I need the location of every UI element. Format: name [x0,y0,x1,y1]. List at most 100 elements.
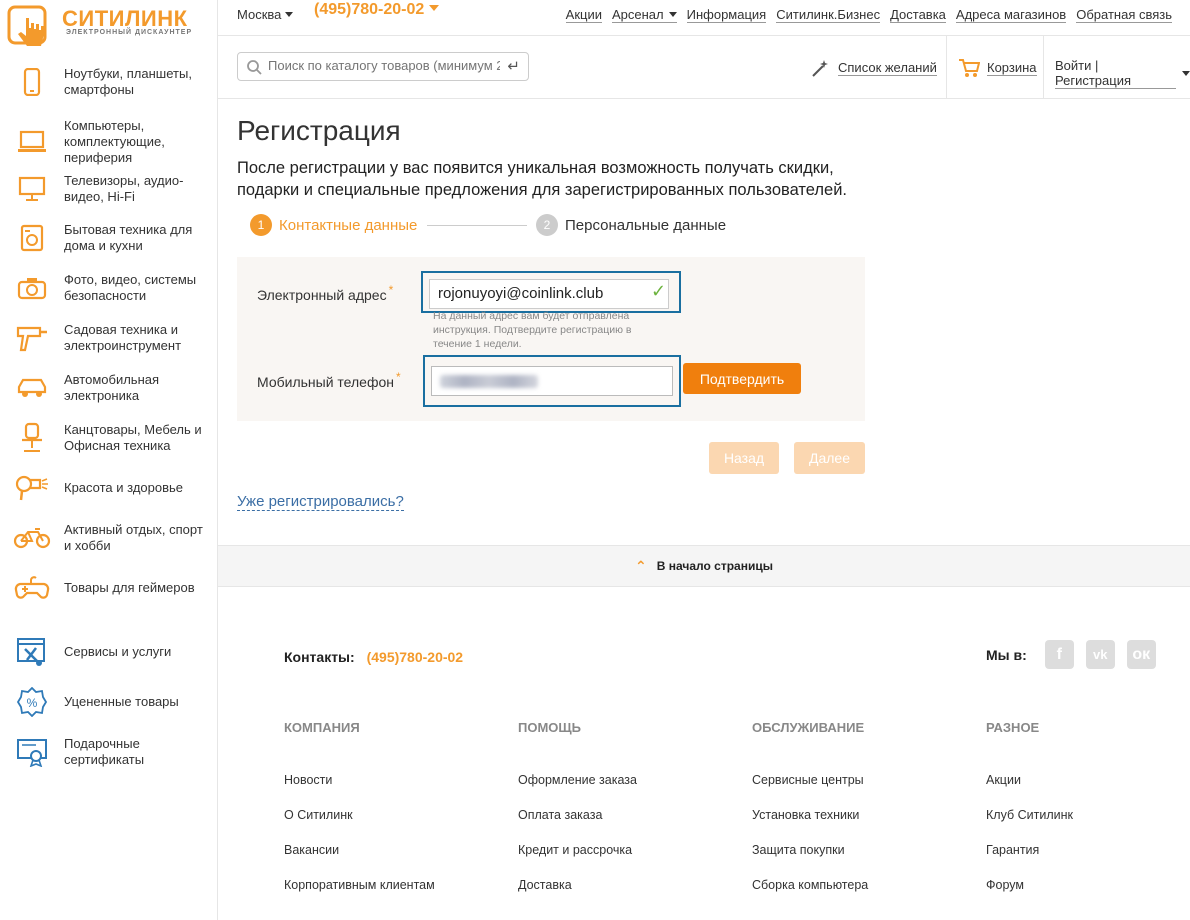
footer-link[interactable]: Установка техники [752,808,972,843]
header-phone[interactable]: (495)780-20-02 [314,1,439,19]
footer-link[interactable]: Кредит и рассрочка [518,843,738,878]
odnoklassniki-icon[interactable]: ок [1126,640,1156,669]
footer-link[interactable]: Оплата заказа [518,808,738,843]
top-link-stores[interactable]: Адреса магазинов [955,7,1067,23]
footer-link[interactable]: Клуб Ситилинк [986,808,1190,843]
top-nav: Акции Арсенал Информация Ситилинк.Бизнес… [556,7,1172,23]
monitor-icon [0,172,64,206]
required-mark: * [395,370,401,384]
chevron-up-icon: ⌃ [635,557,647,574]
sidebar-item-beauty[interactable]: Красота и здоровье [0,471,218,505]
top-link-arsenal[interactable]: Арсенал [611,7,677,23]
step-label: Контактные данные [279,216,418,234]
footer-link[interactable]: Сборка компьютера [752,878,972,913]
page-title: Регистрация [237,115,401,146]
city-selector[interactable]: Москва [237,7,293,22]
top-link-business[interactable]: Ситилинк.Бизнес [776,7,881,23]
enter-icon[interactable]: ↵ [507,57,520,75]
already-registered-link[interactable]: Уже регистрировались? [237,493,404,511]
contacts-label: Контакты: [284,649,355,665]
sidebar-item-label: Товары для геймеров [64,580,195,595]
phone-label: Мобильный телефон * [257,370,401,390]
footer-link[interactable]: Гарантия [986,843,1190,878]
header-divider [946,36,947,98]
top-link-info[interactable]: Информация [686,7,767,23]
washing-machine-icon [0,221,64,255]
cart-link[interactable]: Корзина [958,58,1037,78]
sidebar-item-label: Садовая техника и электроинструмент [64,322,182,353]
sidebar-item-laptops[interactable]: Ноутбуки, планшеты, смартфоны [0,65,218,99]
required-mark: * [388,283,394,297]
top-link-promotions[interactable]: Акции [565,7,602,23]
sidebar-item-appliances[interactable]: Бытовая техника для дома и кухни [0,221,218,255]
footer-link[interactable]: Вакансии [284,843,504,878]
footer-link[interactable]: Защита покупки [752,843,972,878]
footer-column-company: КОМПАНИЯ Новости О Ситилинк Вакансии Кор… [284,720,504,913]
back-button[interactable]: Назад [709,442,779,474]
step-personal-data: 2 Персональные данные [536,214,726,236]
sidebar-item-auto[interactable]: Автомобильная электроника [0,371,218,405]
sidebar-item-label: Подарочные сертификаты [64,736,145,767]
top-link-delivery[interactable]: Доставка [890,7,946,23]
footer-link[interactable]: Новости [284,773,504,808]
footer-link[interactable]: Форум [986,878,1190,913]
camera-icon [0,271,64,305]
footer-link[interactable]: Доставка [518,878,738,913]
footer-link[interactable]: Акции [986,773,1190,808]
blurred-phone-number [440,375,538,388]
login-register-link[interactable]: Войти | Регистрация [1055,58,1190,89]
sidebar-item-office[interactable]: Канцтовары, Мебель и Офисная техника [0,421,218,455]
category-sidebar: СИТИЛИНК ЭЛЕКТРОННЫЙ ДИСКАУНТЕР Ноутбуки… [0,0,218,920]
sidebar-item-label: Уцененные товары [64,694,179,709]
hair-dryer-icon [0,471,64,505]
footer-link[interactable]: О Ситилинк [284,808,504,843]
footer-heading: ПОМОЩЬ [518,720,581,735]
top-bar: Москва (495)780-20-02 Акции Арсенал Инфо… [218,0,1190,36]
step-connector [427,225,527,226]
footer-contacts: Контакты: (495)780-20-02 [284,649,463,665]
search-input[interactable] [268,58,500,73]
social-links: Мы в: f vk ок [986,640,1156,669]
sidebar-item-sport[interactable]: Активный отдых, спорт и хобби [0,521,218,555]
vk-icon[interactable]: vk [1085,640,1115,669]
facebook-icon[interactable]: f [1044,640,1074,669]
sidebar-item-services[interactable]: Сервисы и услуги [0,635,218,669]
sidebar-item-garden[interactable]: Садовая техника и электроинструмент [0,321,218,355]
sidebar-item-computers[interactable]: Компьютеры, комплектующие, периферия [0,118,218,166]
registration-steps: 1 Контактные данные 2 Персональные данны… [250,214,750,238]
footer-heading: ОБСЛУЖИВАНИЕ [752,720,865,735]
step-contact-data: 1 Контактные данные [250,214,417,236]
logo[interactable]: СИТИЛИНК ЭЛЕКТРОННЫЙ ДИСКАУНТЕР [6,2,206,52]
footer-phone[interactable]: (495)780-20-02 [367,649,464,665]
cart-icon [959,59,980,77]
sidebar-item-label: Красота и здоровье [64,480,184,495]
next-button[interactable]: Далее [794,442,865,474]
discount-badge-icon: % [0,685,64,719]
sidebar-item-gamers[interactable]: Товары для геймеров [0,571,218,605]
search-box[interactable]: ↵ [237,52,529,81]
footer-column-misc: РАЗНОЕ Акции Клуб Ситилинк Гарантия Фору… [986,720,1190,913]
footer-link[interactable]: Сервисные центры [752,773,972,808]
footer-link[interactable]: Оформление заказа [518,773,738,808]
sidebar-item-gift-certificates[interactable]: Подарочные сертификаты [0,735,218,769]
footer-link[interactable]: Корпоративным клиентам [284,878,504,913]
confirm-phone-button[interactable]: Подтвердить [683,363,801,394]
laptop-icon [0,125,64,159]
sidebar-item-tv[interactable]: Телевизоры, аудио-видео, Hi-Fi [0,172,218,206]
phone-field[interactable] [431,366,673,396]
sidebar-item-label: Канцтовары, Мебель и Офисная техника [64,422,202,453]
logo-tagline: ЭЛЕКТРОННЫЙ ДИСКАУНТЕР [66,29,193,36]
step-label: Персональные данные [565,216,727,234]
email-field[interactable]: rojonuyoyi@coinlink.club [429,279,669,309]
intro-text: После регистрации у вас появится уникаль… [237,159,847,199]
sidebar-item-photo[interactable]: Фото, видео, системы безопасности [0,271,218,305]
footer-heading: РАЗНОЕ [986,720,1040,735]
social-label: Мы в: [986,646,1027,663]
sidebar-item-label: Бытовая техника для дома и кухни [64,222,193,253]
svg-text:%: % [27,696,38,710]
sidebar-item-discounted[interactable]: % Уцененные товары [0,685,218,719]
top-link-feedback[interactable]: Обратная связь [1076,7,1172,23]
wishlist-link[interactable]: Список желаний [810,58,937,78]
back-to-top[interactable]: ⌃ В начало страницы [218,545,1190,587]
back-to-top-label: В начало страницы [656,559,773,573]
